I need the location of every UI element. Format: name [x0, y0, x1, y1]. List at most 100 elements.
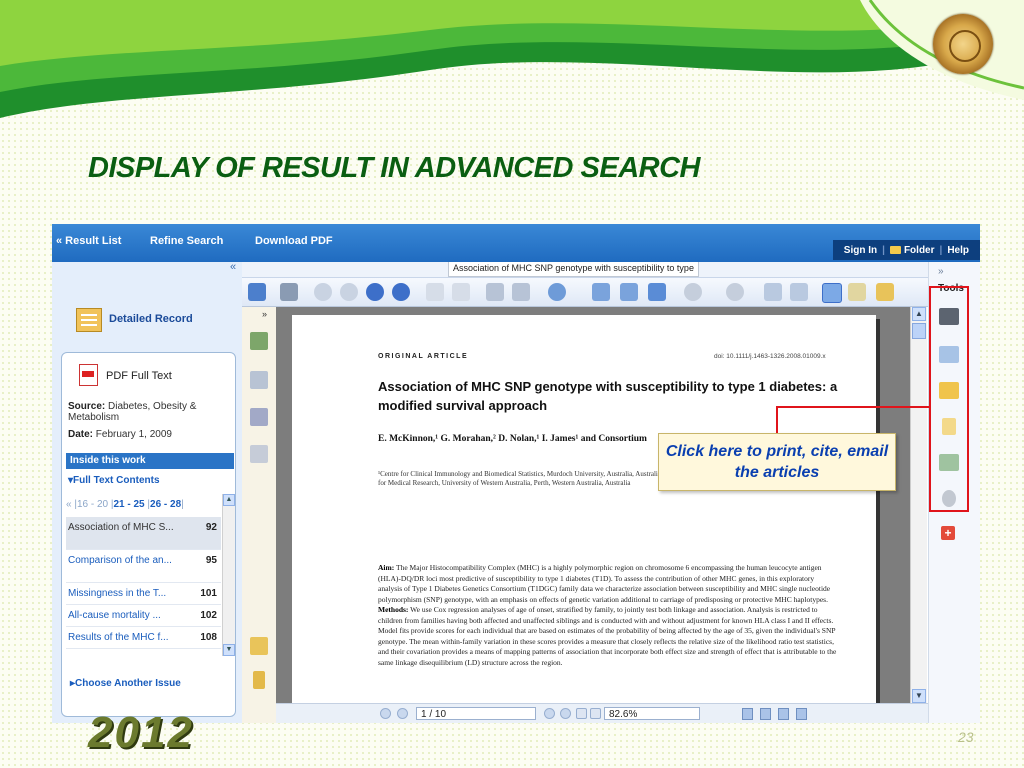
help-link[interactable]: Help [942, 245, 974, 256]
page-number-field[interactable]: 1 / 10 [416, 707, 536, 720]
layers-panel-icon[interactable] [250, 445, 268, 463]
date-label: Date: [68, 429, 94, 440]
save-icon[interactable] [248, 283, 266, 301]
expand-panel-icon[interactable]: » [262, 309, 267, 319]
last-page-icon[interactable] [392, 283, 410, 301]
folder-link[interactable]: Folder [885, 245, 940, 256]
continuous-facing-view-icon[interactable] [796, 708, 807, 720]
pdf-side-panel: » [242, 307, 277, 723]
select-text-icon[interactable] [848, 283, 866, 301]
presentation-slide: DISPLAY OF RESULT IN ADVANCED SEARCH « R… [0, 0, 1024, 768]
first-page-small-icon[interactable] [380, 708, 391, 719]
aim-text: The Major Histocompatibility Complex (MH… [378, 563, 831, 604]
refine-search-link[interactable]: Refine Search [150, 235, 223, 247]
issue-list: Association of MHC S... 92 Comparison of … [66, 517, 221, 657]
callout-connector [776, 406, 931, 408]
first-page-icon[interactable] [314, 283, 332, 301]
callout-connector [776, 406, 778, 434]
aim-label: Aim: [378, 563, 395, 572]
choose-another-issue-link[interactable]: ▸Choose Another Issue [70, 678, 181, 689]
pager-21-25[interactable]: 21 - 25 [113, 499, 144, 510]
pager-prev[interactable]: « [66, 499, 72, 510]
next-page-small-icon[interactable] [544, 708, 555, 719]
pdf-icon [79, 364, 98, 386]
article-authors: E. McKinnon,¹ G. Morahan,² D. Nolan,¹ I.… [378, 434, 647, 444]
zoom-in-icon[interactable] [548, 283, 566, 301]
add-to-icon[interactable]: + [941, 526, 955, 540]
article-doi: doi: 10.1111/j.1463-1326.2008.01009.x [714, 353, 826, 360]
pdf-page: ORIGINAL ARTICLE doi: 10.1111/j.1463-132… [292, 315, 876, 703]
full-text-contents-toggle[interactable]: ▾Full Text Contents [68, 475, 160, 486]
download-pdf-link[interactable]: Download PDF [255, 235, 333, 247]
collapse-pane-icon[interactable]: « [230, 261, 236, 273]
scroll-down-icon[interactable]: ▼ [223, 644, 235, 656]
scroll-up-icon[interactable]: ▲ [223, 494, 235, 506]
single-page-view-icon[interactable] [742, 708, 753, 720]
list-item[interactable]: Comparison of the an... 95 [66, 550, 221, 583]
two-page-icon[interactable] [790, 283, 808, 301]
last-page-small-icon[interactable] [560, 708, 571, 719]
print-icon[interactable] [280, 283, 298, 301]
university-emblem-icon [933, 14, 993, 74]
back-arrow-icon[interactable] [426, 283, 444, 301]
zoom-out-icon[interactable] [684, 283, 702, 301]
forward-view-icon[interactable] [590, 708, 601, 719]
document-canvas[interactable]: ORIGINAL ARTICLE doi: 10.1111/j.1463-132… [276, 307, 910, 703]
document-scrollbar[interactable]: ▲ ▼ [910, 307, 927, 703]
signatures-panel-icon[interactable] [250, 408, 268, 426]
year-decoration: 2012 [88, 708, 194, 757]
forward-arrow-icon[interactable] [452, 283, 470, 301]
pager-26-28[interactable]: 26 - 28 [150, 499, 181, 510]
continuous-view-icon[interactable] [760, 708, 771, 720]
pdf-full-text-link[interactable]: PDF Full Text [106, 370, 172, 382]
scroll-up-icon[interactable]: ▲ [912, 307, 926, 321]
methods-label: Methods: [378, 605, 409, 614]
list-item[interactable]: All-cause mortality ... 102 [66, 605, 221, 627]
folder-label: Folder [903, 244, 935, 256]
result-list-link[interactable]: « Result List [56, 235, 121, 247]
list-item[interactable]: Results of the MHC f... 108 [66, 627, 221, 649]
next-page-icon[interactable] [366, 283, 384, 301]
hand-tool-icon[interactable] [822, 283, 842, 303]
issue-list-scrollbar[interactable]: ▲ ▼ [222, 494, 235, 656]
facing-view-icon[interactable] [778, 708, 789, 720]
slide-number: 23 [958, 729, 974, 745]
pointer-tool-icon[interactable] [876, 283, 894, 301]
pager-16-20[interactable]: 16 - 20 [77, 499, 108, 510]
issue-title: Missingness in the T... [68, 588, 167, 599]
issue-page: 108 [200, 632, 217, 643]
methods-text: We use Cox regression analyses of age of… [378, 605, 837, 667]
redo-icon[interactable] [512, 283, 530, 301]
comments-panel-icon[interactable] [250, 637, 268, 655]
detailed-record-link[interactable]: Detailed Record [109, 313, 193, 325]
date-meta: Date: February 1, 2009 [68, 429, 172, 440]
previous-page-icon[interactable] [340, 283, 358, 301]
pages-panel-icon[interactable] [250, 332, 268, 350]
actual-size-icon[interactable] [592, 283, 610, 301]
zoom-plus-icon[interactable] [726, 283, 744, 301]
single-page-icon[interactable] [764, 283, 782, 301]
expand-tools-icon[interactable]: » [938, 266, 944, 277]
document-tab[interactable]: Association of MHC SNP genotype with sus… [448, 262, 699, 277]
zoom-level-field[interactable]: 82.6% [604, 707, 700, 720]
back-view-icon[interactable] [576, 708, 587, 719]
undo-icon[interactable] [486, 283, 504, 301]
list-item[interactable]: Missingness in the T... 101 [66, 583, 221, 605]
scroll-down-icon[interactable]: ▼ [912, 689, 926, 703]
source-meta: Source: Diabetes, Obesity & Metabolism [68, 401, 228, 423]
bookmarks-panel-icon[interactable] [250, 371, 268, 389]
issue-title: All-cause mortality ... [68, 610, 161, 621]
sign-in-link[interactable]: Sign In [839, 245, 882, 256]
slide-title: DISPLAY OF RESULT IN ADVANCED SEARCH [88, 152, 701, 184]
issue-title: Results of the MHC f... [68, 632, 169, 643]
pdf-toolbar [242, 278, 928, 307]
list-item[interactable]: Association of MHC S... 92 [66, 517, 221, 550]
article-abstract: Aim: The Major Histocompatibility Comple… [378, 563, 840, 668]
prev-page-small-icon[interactable] [397, 708, 408, 719]
source-label: Source: [68, 401, 106, 412]
fit-page-icon[interactable] [620, 283, 638, 301]
article-kicker: ORIGINAL ARTICLE [378, 353, 469, 360]
attachments-panel-icon[interactable] [253, 671, 265, 689]
scroll-thumb[interactable] [912, 323, 926, 339]
fit-width-icon[interactable] [648, 283, 666, 301]
